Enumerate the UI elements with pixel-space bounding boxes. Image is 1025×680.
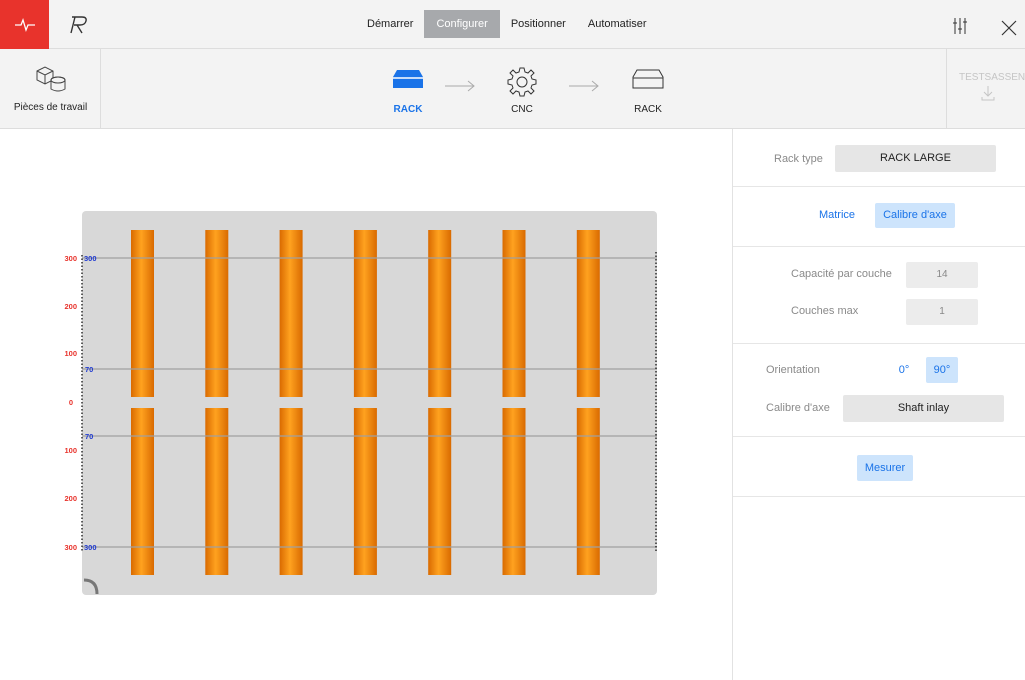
workpieces-icon (36, 66, 66, 92)
shaft-rod-lower[interactable] (279, 408, 303, 575)
r-logo-icon[interactable] (66, 13, 90, 37)
flow-arrow-icon (444, 79, 476, 93)
measure-button[interactable]: Mesurer (857, 455, 913, 481)
ruler-label-red: 0 (69, 398, 73, 407)
calibre-select[interactable]: Shaft inlay (843, 395, 1004, 422)
mode-section: Matrice Calibre d'axe (733, 187, 1025, 247)
ruler-label-red: 200 (64, 302, 77, 311)
step-rack-output-label: RACK (634, 104, 662, 115)
gear-icon (507, 67, 537, 97)
shaft-rod-upper[interactable] (576, 230, 600, 397)
step-rack-output[interactable]: RACK (618, 63, 678, 119)
step-cnc-label: CNC (511, 104, 533, 115)
orientation-section: Orientation 0° 90° Calibre d'axe Shaft i… (733, 344, 1025, 437)
layers-label: Couches max (791, 305, 859, 317)
ruler-label-red: 100 (64, 446, 77, 455)
orientation-0-button[interactable]: 0° (892, 357, 916, 383)
ruler-label-red: 100 (64, 349, 77, 358)
shaft-rod-lower[interactable] (353, 408, 377, 575)
shaft-rod-upper[interactable] (502, 230, 526, 397)
rack-type-label: Rack type (774, 153, 823, 165)
orientation-label: Orientation (766, 364, 820, 376)
pulse-logo-icon[interactable] (0, 0, 49, 49)
calibre-mode-button[interactable]: Calibre d'axe (875, 203, 955, 228)
rack-drawing: 300 200 100 0 100 200 300 300 70 70 300 (64, 211, 657, 595)
step-rack-input[interactable]: RACK (378, 63, 438, 119)
ruler-label-blue: 300 (84, 254, 97, 263)
main-nav: Démarrer Configurer Positionner Automati… (356, 10, 658, 38)
ruler-label-red: 300 (64, 543, 77, 552)
shaft-rod-lower[interactable] (576, 408, 600, 575)
matrix-mode-button[interactable]: Matrice (815, 203, 859, 228)
capacity-field[interactable]: 14 (906, 262, 978, 288)
capacity-label: Capacité par couche (791, 268, 892, 280)
nav-configure[interactable]: Configurer (424, 10, 500, 38)
sliders-icon[interactable] (952, 17, 968, 35)
flow-arrow-icon (568, 79, 600, 93)
rack-outline-icon (632, 69, 664, 89)
ruler-label-blue: 70 (85, 365, 93, 374)
shaft-rod-lower[interactable] (502, 408, 526, 575)
shaft-rod-upper[interactable] (353, 230, 377, 397)
orientation-90-button[interactable]: 90° (926, 357, 958, 383)
close-icon[interactable] (1001, 20, 1017, 36)
rack-type-section: Rack type RACK LARGE (733, 129, 1025, 187)
capacity-section: Capacité par couche 14 Couches max 1 (733, 247, 1025, 344)
rack-filled-icon (393, 70, 423, 88)
shaft-rod-upper[interactable] (279, 230, 303, 397)
ruler-label-blue: 300 (84, 543, 97, 552)
rack-type-select[interactable]: RACK LARGE (835, 145, 996, 172)
workpieces-label: Pièces de travail (13, 102, 88, 113)
shaft-rod-lower[interactable] (428, 408, 452, 575)
nav-start[interactable]: Démarrer (356, 10, 424, 38)
shaft-rod-lower[interactable] (205, 408, 229, 575)
export-label: TESTSASSEN (959, 72, 1025, 83)
layers-field[interactable]: 1 (906, 299, 978, 325)
workpieces-button[interactable]: Pièces de travail (0, 49, 101, 129)
download-icon (981, 86, 995, 101)
measure-section: Mesurer (733, 437, 1025, 497)
ruler-label-blue: 70 (85, 432, 93, 441)
nav-position[interactable]: Positionner (500, 10, 577, 38)
shaft-rod-upper[interactable] (131, 230, 154, 397)
top-menu-bar: Démarrer Configurer Positionner Automati… (0, 0, 1025, 49)
nav-automate[interactable]: Automatiser (577, 10, 658, 38)
export-button[interactable]: TESTSASSEN (946, 49, 1025, 129)
properties-panel: Rack type RACK LARGE Matrice Calibre d'a… (732, 129, 1025, 680)
calibre-label: Calibre d'axe (766, 402, 830, 414)
workflow-toolbar: Pièces de travail RACK CNC RACK TESTSASS… (0, 49, 1025, 129)
ruler-label-red: 300 (64, 254, 77, 263)
ruler-label-red: 200 (64, 494, 77, 503)
step-cnc[interactable]: CNC (492, 63, 552, 119)
rack-canvas[interactable]: 300 200 100 0 100 200 300 300 70 70 300 (0, 129, 732, 680)
shaft-rod-upper[interactable] (205, 230, 229, 397)
shaft-rod-upper[interactable] (428, 230, 452, 397)
step-rack-input-label: RACK (393, 104, 423, 115)
shaft-rod-lower[interactable] (131, 408, 154, 575)
